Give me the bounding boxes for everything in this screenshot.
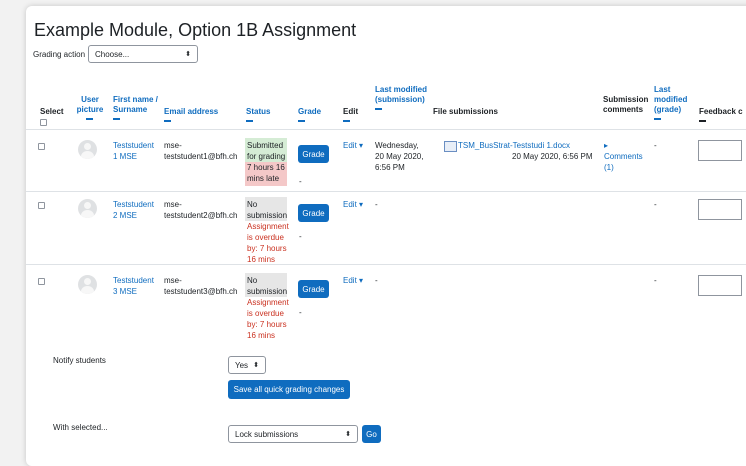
- sort-dash-icon: [699, 120, 706, 122]
- with-selected-value: Lock submissions: [235, 429, 299, 439]
- grade-value: -: [299, 177, 302, 186]
- notify-students-label: Notify students: [53, 356, 106, 365]
- status-text: No submission Assignment is overdue by: 7 …: [247, 200, 289, 264]
- sort-dash-icon: [343, 120, 350, 122]
- col-name-header[interactable]: First name / Surname: [113, 95, 163, 120]
- with-selected-label: With selected...: [53, 423, 108, 432]
- sort-dash-icon: [164, 120, 171, 122]
- col-last-modified-grade-header[interactable]: Last modified (grade): [654, 85, 694, 120]
- last-modified-grade: -: [654, 200, 657, 209]
- status-text: Submitted for grading 7 hours 16 mins late: [247, 141, 286, 183]
- save-grading-changes-button[interactable]: Save all quick grading changes: [228, 380, 350, 399]
- col-submission-comments-header: Submission comments: [603, 95, 649, 114]
- row-divider: [26, 191, 746, 192]
- sort-dash-icon: [654, 118, 661, 120]
- row-divider: [26, 264, 746, 265]
- file-submission-date: 20 May 2020, 6:56 PM: [512, 152, 593, 161]
- grade-button[interactable]: Grade: [298, 280, 329, 298]
- grade-value: -: [299, 232, 302, 241]
- last-modified-submission: -: [375, 276, 378, 285]
- notify-students-select[interactable]: Yes ⬍: [228, 356, 266, 374]
- col-last-modified-submission-header[interactable]: Last modified (submission): [375, 85, 427, 110]
- col-grade-header[interactable]: Grade: [298, 107, 321, 122]
- edit-menu[interactable]: Edit ▾: [343, 140, 363, 151]
- student-email: mse-teststudent1@bfh.ch: [164, 141, 238, 161]
- last-modified-grade: -: [654, 276, 657, 285]
- select-caret-icon: ⬍: [253, 362, 259, 369]
- select-caret-icon: ⬍: [185, 51, 191, 58]
- col-file-submissions-header: File submissions: [433, 107, 498, 116]
- sort-dash-icon: [375, 108, 382, 110]
- assignment-card: Example Module, Option 1B Assignment Gra…: [26, 6, 746, 466]
- student-name-link[interactable]: Teststudent 3 MSE: [113, 275, 154, 297]
- student-name-link[interactable]: Teststudent 1 MSE: [113, 140, 154, 162]
- row-select-checkbox[interactable]: [38, 143, 45, 150]
- grading-action-select[interactable]: Choose... ⬍: [88, 45, 198, 63]
- feedback-input[interactable]: [698, 140, 742, 161]
- avatar: [78, 199, 97, 218]
- grading-action-value: Choose...: [95, 49, 130, 59]
- grade-button[interactable]: Grade: [298, 145, 329, 163]
- header-divider: [26, 129, 746, 130]
- feedback-input[interactable]: [698, 199, 742, 220]
- page-title: Example Module, Option 1B Assignment: [34, 20, 357, 40]
- last-modified-grade: -: [654, 141, 657, 150]
- notify-value: Yes: [235, 360, 249, 370]
- sort-dash-icon: [246, 120, 253, 122]
- sort-dash-icon: [298, 120, 305, 122]
- word-document-icon: [444, 141, 457, 152]
- sort-dash-icon: [113, 118, 120, 120]
- sort-dash-icon: [86, 118, 93, 120]
- last-modified-submission: -: [375, 200, 378, 209]
- row-select-checkbox[interactable]: [38, 278, 45, 285]
- col-feedback-header: Feedback c: [699, 107, 743, 122]
- grade-value: -: [299, 308, 302, 317]
- grade-button[interactable]: Grade: [298, 204, 329, 222]
- col-select-header: Select: [40, 107, 64, 126]
- last-modified-submission: Wednesday, 20 May 2020, 6:56 PM: [375, 141, 424, 172]
- student-email: mse-teststudent3@bfh.ch: [164, 276, 238, 296]
- expand-caret-icon: ▸: [604, 141, 609, 150]
- comments-toggle[interactable]: ▸ Comments (1): [604, 140, 643, 173]
- avatar: [78, 275, 97, 294]
- select-caret-icon: ⬍: [345, 431, 351, 438]
- with-selected-select[interactable]: Lock submissions ⬍: [228, 425, 358, 443]
- status-text: No submission Assignment is overdue by: 7 …: [247, 276, 289, 340]
- select-all-checkbox[interactable]: [40, 119, 47, 126]
- col-edit-header: Edit: [343, 107, 358, 122]
- edit-menu[interactable]: Edit ▾: [343, 275, 363, 286]
- edit-menu[interactable]: Edit ▾: [343, 199, 363, 210]
- grading-action-label: Grading action: [33, 50, 86, 59]
- avatar: [78, 140, 97, 159]
- col-user-picture-header[interactable]: User picture: [76, 95, 104, 120]
- feedback-input[interactable]: [698, 275, 742, 296]
- student-email: mse-teststudent2@bfh.ch: [164, 200, 238, 220]
- row-select-checkbox[interactable]: [38, 202, 45, 209]
- go-button[interactable]: Go: [362, 425, 381, 443]
- col-status-header[interactable]: Status: [246, 107, 270, 122]
- col-email-header[interactable]: Email address: [164, 107, 218, 122]
- student-name-link[interactable]: Teststudent 2 MSE: [113, 199, 154, 221]
- file-submission-link[interactable]: TSM_BusStrat-Teststudi 1.docx: [458, 140, 570, 151]
